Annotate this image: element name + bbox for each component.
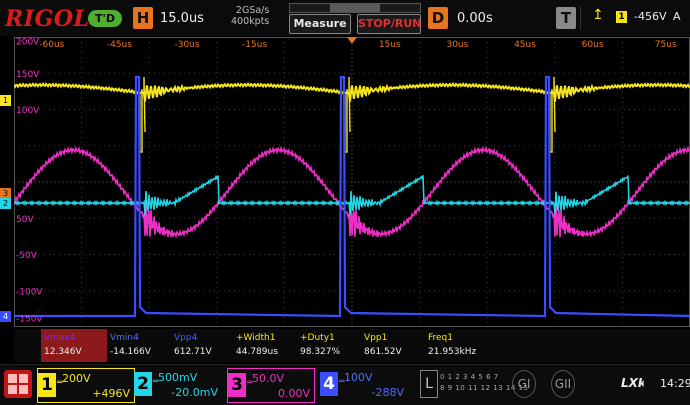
acquisition-info: 2GSa/s 400kpts [231,5,269,27]
measurement-label: Freq1 [428,333,454,343]
trigger-separator [580,6,581,30]
channel-2-number: 2 [134,372,152,396]
time-axis-label: -60us [39,40,64,50]
channel-2-scale: 500mV [158,371,198,384]
measurement-value: -14.166V [110,347,151,357]
time-axis-label: 60us [582,40,604,50]
home-menu-icon[interactable] [4,370,32,398]
rigol-logo: RIGOL [5,6,90,32]
voltage-axis-label: -150V [16,315,43,325]
channel-1-number: 1 [38,373,56,397]
measurement-item[interactable]: Vmax4 12.346V [41,329,107,362]
channel-4-box[interactable]: 4 ═ 100V -288V [320,368,408,401]
time-axis-label: 30us [446,40,468,50]
channel-1-box[interactable]: 1 ═ 200V +496V [37,368,135,403]
ch2-offset-marker[interactable]: 2 [0,198,11,209]
voltage-axis-label: 150V [16,70,40,80]
waveform-traces [14,75,690,318]
trigger-mode[interactable]: A [673,10,681,23]
voltage-axis-label: 100V [16,106,40,116]
ch1-offset-marker[interactable]: 1 [0,95,11,106]
ch1-switching-spike [344,76,351,153]
measurement-label: Vpp4 [174,333,198,343]
channel-1-offset: +496V [92,387,130,400]
waveform-svg[interactable]: -60us -45us -30us -15us 15us 30us 45us 60us 75us… [14,37,690,327]
time-axis-label: -45us [107,40,132,50]
channel-2-offset: -20.0mV [171,386,218,399]
trigger-source-badge[interactable]: 1 [616,11,627,23]
generator-2-button[interactable]: GII [551,370,575,398]
channel-3-box[interactable]: 3 ═ 50.0V 0.00V [227,368,315,403]
measurement-label: +Duty1 [300,333,335,343]
measurement-label: Vmin4 [110,333,139,343]
ch4-offset-marker[interactable]: 4 [0,311,11,322]
generator-1-button[interactable]: GI [512,370,536,398]
logic-analyzer-button[interactable]: L [420,370,438,398]
memory-position-window [330,4,380,12]
channel-2-box[interactable]: 2 ═ 500mV -20.0mV [134,368,222,401]
rising-edge-icon: ↥ [592,7,604,23]
delay-menu-button[interactable]: D [428,7,448,29]
measurement-value: 861.52V [364,347,402,357]
trigger-level[interactable]: -456V [634,10,667,23]
channel-3-offset: 0.00V [277,387,310,400]
ch1-switching-spike [549,76,556,153]
voltage-axis-label: 200V [16,37,40,47]
time-axis-label: 15us [379,40,401,50]
stop-run-button[interactable]: STOP/RUN [357,14,421,34]
measurement-bar: Vmax4 12.346V Vmin4 -14.166V Vpp4 612.71… [14,329,690,362]
measure-button[interactable]: Measure [289,14,351,34]
channel-3-number: 3 [228,373,246,397]
measurement-label: +Width1 [236,333,276,343]
voltage-axis-label: -100V [16,287,43,297]
sample-rate: 2GSa/s [235,5,270,16]
waveform-display[interactable]: -60us -45us -30us -15us 15us 30us 45us 60us 75us… [14,37,690,327]
memory-depth: 400kpts [231,16,270,27]
time-axis-label: -30us [174,40,199,50]
measurement-value: 44.789us [236,347,278,357]
channel-3-scale: 50.0V [252,372,285,385]
speaker-icon[interactable]: 🔈︎ [640,376,647,391]
trigger-position-icon [347,37,357,44]
delay-value[interactable]: 0.00s [457,11,493,26]
ch1-waveform [14,81,690,102]
measurement-value: 612.71V [174,347,212,357]
measurement-value: 12.346V [44,347,82,357]
time-axis-label: 45us [514,40,536,50]
top-toolbar: RIGOL T'D H 15.0us 2GSa/s 400kpts Measur… [0,0,690,36]
time-axis-label: 75us [655,40,677,50]
voltage-axis-label: -50V [16,251,38,261]
bottom-toolbar: 1 ═ 200V +496V 2 ═ 500mV -20.0mV 3 ═ 50.… [0,364,690,405]
trigger-menu-button[interactable]: T [556,7,576,29]
horizontal-menu-button[interactable]: H [133,7,153,29]
measurement-label: Vmax4 [44,333,76,343]
ch1-switching-spike [139,76,146,153]
measurement-value: 21.953kHz [428,347,477,357]
measurement-value: 98.327% [300,347,341,357]
channel-4-number: 4 [320,372,338,396]
measurement-label: Vpp1 [364,333,388,343]
channel-4-offset: -288V [371,386,405,399]
channel-4-scale: 100V [344,371,373,384]
clock: 14:29 [660,377,690,390]
time-axis-label: -15us [242,40,267,50]
voltage-axis-label: 50V [16,215,34,225]
timebase-value[interactable]: 15.0us [160,11,204,26]
channel-1-scale: 200V [62,372,91,385]
run-state-badge: T'D [88,10,122,27]
